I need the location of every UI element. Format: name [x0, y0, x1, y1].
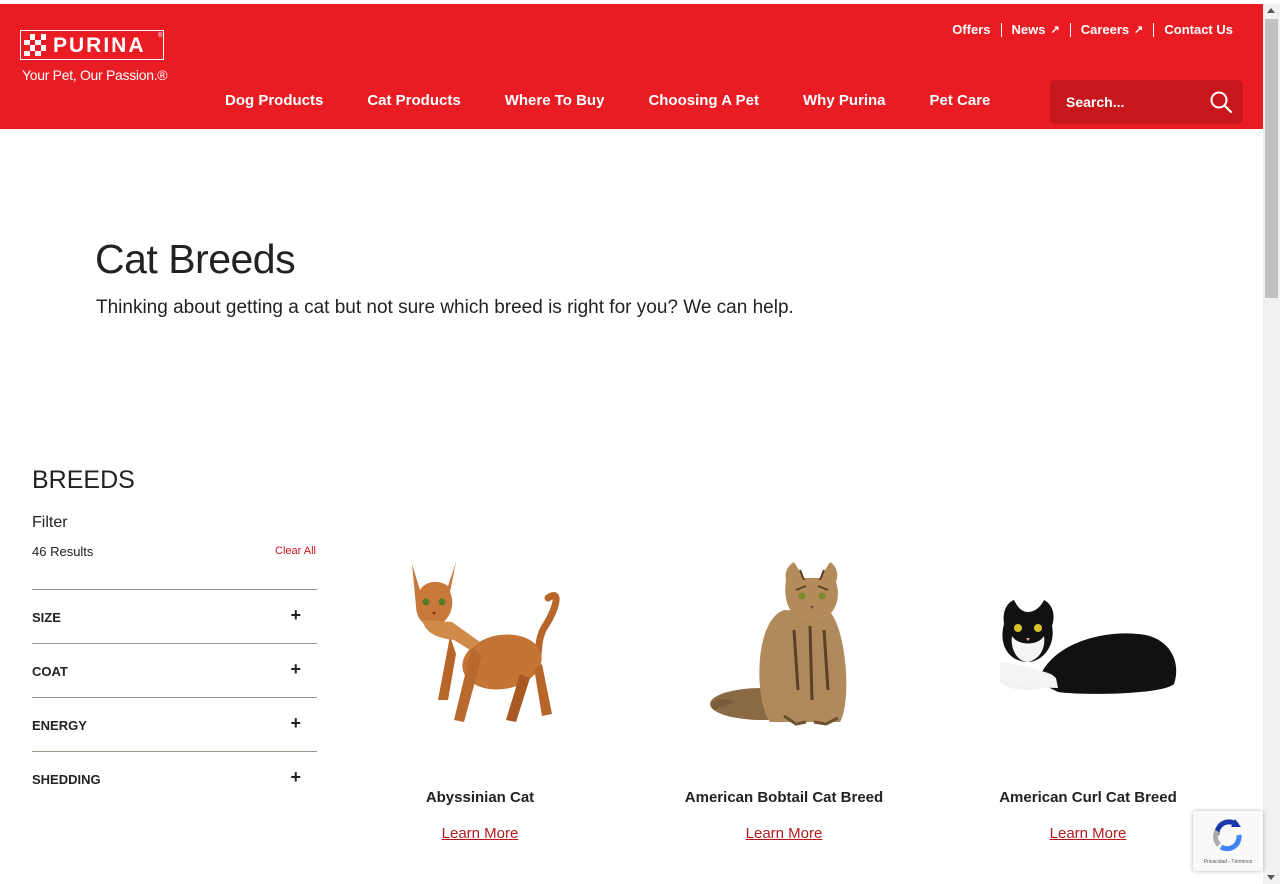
learn-more-link[interactable]: Learn More [330, 825, 630, 842]
filter-heading: Filter [32, 514, 68, 531]
scroll-up-arrow-icon[interactable] [1267, 8, 1275, 13]
facet-energy[interactable]: ENERGY + [32, 697, 317, 751]
learn-more-link[interactable]: Learn More [634, 825, 934, 842]
search-input[interactable] [1050, 80, 1200, 124]
results-count: 46 Results [32, 544, 94, 559]
breed-card[interactable]: American Bobtail Cat Breed Learn More [634, 550, 934, 850]
recaptcha-terms[interactable]: Privacidad - Términos [1193, 859, 1263, 865]
nav-dog-products[interactable]: Dog Products [203, 92, 345, 109]
utility-link-label: Contact Us [1164, 22, 1233, 37]
search-icon[interactable] [1209, 90, 1233, 114]
logo-box: PURINA ® [20, 30, 164, 60]
recaptcha-badge[interactable]: Privacidad - Términos [1193, 811, 1263, 871]
page-title: Cat Breeds [95, 236, 296, 282]
facet-label: ENERGY [32, 718, 87, 733]
clear-all-link[interactable]: Clear All [275, 545, 316, 557]
plus-icon: + [290, 713, 301, 733]
abyssinian-cat-image[interactable] [330, 550, 630, 750]
main-nav: Dog Products Cat Products Where To Buy C… [203, 92, 1012, 109]
nav-cat-products[interactable]: Cat Products [345, 92, 482, 109]
utility-link-contact-us[interactable]: Contact Us [1154, 22, 1243, 37]
breeds-heading: BREEDS [32, 466, 135, 494]
utility-link-news[interactable]: News ↗ [1002, 22, 1070, 37]
nav-pet-care[interactable]: Pet Care [908, 92, 1013, 109]
breed-card[interactable]: American Curl Cat Breed Learn More [938, 550, 1238, 850]
utility-link-label: Careers [1080, 22, 1130, 37]
breed-name: Abyssinian Cat [425, 789, 535, 806]
facet-label: SHEDDING [32, 772, 101, 787]
facet-shedding[interactable]: SHEDDING + [32, 751, 317, 805]
brand-name: PURINA [53, 34, 146, 57]
brand-tagline: Your Pet, Our Passion.® [22, 67, 168, 83]
plus-icon: + [290, 767, 301, 787]
search-box [1050, 80, 1243, 124]
external-link-icon: ↗ [1134, 24, 1144, 36]
facet-label: SIZE [32, 610, 61, 625]
nav-where-to-buy[interactable]: Where To Buy [483, 92, 627, 109]
nav-choosing-a-pet[interactable]: Choosing A Pet [626, 92, 781, 109]
scroll-thumb[interactable] [1265, 19, 1278, 298]
filter-facets: SIZE + COAT + ENERGY + SHEDDING + [32, 589, 317, 805]
facet-size[interactable]: SIZE + [32, 589, 317, 643]
page-scrollbar[interactable] [1263, 4, 1280, 884]
purina-logo[interactable]: PURINA ® Your Pet, Our Passion.® [20, 30, 170, 84]
american-bobtail-cat-image[interactable] [634, 550, 934, 750]
american-curl-cat-image[interactable] [938, 550, 1238, 750]
breed-name: American Curl Cat Breed [999, 789, 1177, 806]
recaptcha-icon [1213, 819, 1242, 852]
nav-why-purina[interactable]: Why Purina [781, 92, 908, 109]
plus-icon: + [290, 659, 301, 679]
plus-icon: + [290, 605, 301, 625]
breed-card[interactable]: Abyssinian Cat Learn More [330, 550, 630, 850]
utility-link-careers[interactable]: Careers ↗ [1071, 22, 1154, 37]
scroll-down-arrow-icon[interactable] [1267, 875, 1275, 880]
utility-link-label: Offers [952, 22, 991, 37]
site-header: PURINA ® Your Pet, Our Passion.® Offers … [0, 4, 1263, 129]
facet-label: COAT [32, 664, 68, 679]
checkerboard-icon [24, 34, 46, 56]
page-subtitle: Thinking about getting a cat but not sur… [96, 297, 794, 318]
facet-coat[interactable]: COAT + [32, 643, 317, 697]
registered-mark: ® [158, 33, 163, 39]
breed-name: American Bobtail Cat Breed [684, 789, 884, 806]
utility-link-label: News [1011, 22, 1046, 37]
utility-link-offers[interactable]: Offers [942, 22, 1000, 37]
utility-nav: Offers News ↗ Careers ↗ Contact Us [942, 22, 1243, 37]
external-link-icon: ↗ [1050, 24, 1060, 36]
